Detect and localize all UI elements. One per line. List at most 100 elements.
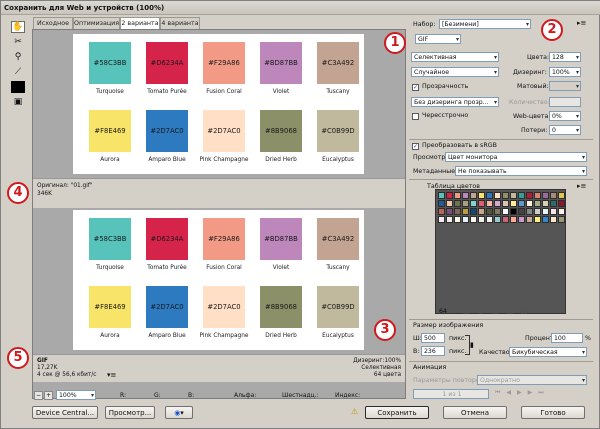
color-table-cell[interactable] <box>462 208 469 215</box>
color-table-cell[interactable] <box>502 216 509 223</box>
interlaced-checkbox[interactable] <box>412 113 419 120</box>
color-table-actions[interactable]: ◰◎▣◩▤ <box>463 307 536 315</box>
color-reduction-select[interactable]: Селективная <box>411 52 499 62</box>
color-table-cell[interactable] <box>470 216 477 223</box>
color-table-cell[interactable] <box>438 192 445 199</box>
device-central-button[interactable]: Device Central... <box>32 406 98 419</box>
color-table-cell[interactable] <box>518 208 525 215</box>
color-table-cell[interactable] <box>438 216 445 223</box>
color-table-cell[interactable] <box>510 200 517 207</box>
lock-color-icon[interactable]: ▣ <box>492 307 507 315</box>
matte-select[interactable] <box>549 81 581 91</box>
color-table-cell[interactable] <box>470 208 477 215</box>
save-button[interactable]: Сохранить <box>365 406 429 419</box>
hand-tool-icon[interactable]: ✋ <box>11 21 25 33</box>
color-table-cell[interactable] <box>542 216 549 223</box>
color-table-cell[interactable] <box>502 208 509 215</box>
dither-algorithm-select[interactable]: Случайное <box>411 67 499 77</box>
color-table-cell[interactable] <box>518 216 525 223</box>
color-table-cell[interactable] <box>526 192 533 199</box>
web-shift-icon[interactable]: ◎ <box>478 307 492 315</box>
color-table-cell[interactable] <box>462 192 469 199</box>
color-table-cell[interactable] <box>462 216 469 223</box>
color-table-cell[interactable] <box>510 208 517 215</box>
zoom-out-button[interactable]: − <box>34 391 43 400</box>
width-input[interactable]: 500 <box>421 333 445 343</box>
color-table-cell[interactable] <box>454 216 461 223</box>
metadata-select[interactable]: Не показывать <box>455 166 587 176</box>
color-table-cell[interactable] <box>518 192 525 199</box>
dither-input[interactable]: 100% <box>549 67 581 77</box>
browser-select-button[interactable]: ◉▾ <box>165 406 193 419</box>
map-transparency-icon[interactable]: ◰ <box>463 307 478 315</box>
panel-menu-icon[interactable]: ▸≡ <box>577 19 586 27</box>
color-table-cell[interactable] <box>550 216 557 223</box>
eyedropper-color-swatch[interactable] <box>11 81 25 93</box>
color-table-cell[interactable] <box>558 192 565 199</box>
toggle-slices-icon[interactable]: ▣ <box>11 96 25 108</box>
color-table-cell[interactable] <box>486 200 493 207</box>
delete-color-icon[interactable]: ▤ <box>521 307 536 315</box>
link-icon[interactable]: ▮ <box>470 341 474 349</box>
colors-input[interactable]: 128 <box>549 52 581 62</box>
color-table-cell[interactable] <box>454 192 461 199</box>
color-table-menu-icon[interactable]: ▸≡ <box>577 182 586 190</box>
color-table-cell[interactable] <box>534 216 541 223</box>
color-table-cell[interactable] <box>518 200 525 207</box>
color-table-cell[interactable] <box>494 200 501 207</box>
color-table-cell[interactable] <box>494 216 501 223</box>
color-table-cell[interactable] <box>478 216 485 223</box>
color-table-cell[interactable] <box>542 200 549 207</box>
color-table-cell[interactable] <box>510 192 517 199</box>
color-table-cell[interactable] <box>526 216 533 223</box>
color-table-cell[interactable] <box>542 192 549 199</box>
browser-preview-button[interactable]: Просмотр... <box>105 406 155 419</box>
original-preview-pane[interactable]: #58C3BB Turquoise #D6234A Tomato Purée #F29A… <box>37 34 401 178</box>
color-table-cell[interactable] <box>510 216 517 223</box>
cancel-button[interactable]: Отмена <box>443 406 507 419</box>
color-table-cell[interactable] <box>494 192 501 199</box>
preview-canvas[interactable]: #58C3BB Turquoise #D6234A Tomato Purée #F29A… <box>32 29 406 399</box>
color-table-cell[interactable] <box>486 216 493 223</box>
zoom-in-button[interactable]: + <box>44 391 53 400</box>
color-table-cell[interactable] <box>542 208 549 215</box>
color-table-cell[interactable] <box>534 208 541 215</box>
quality-select[interactable]: Бикубическая <box>509 347 587 357</box>
zoom-level-select[interactable]: 100% <box>56 390 96 400</box>
color-table-cell[interactable] <box>486 192 493 199</box>
color-table-cell[interactable] <box>446 216 453 223</box>
color-table-cell[interactable] <box>558 216 565 223</box>
preset-select[interactable]: [Безимени] <box>439 19 531 29</box>
color-table-cell[interactable] <box>526 208 533 215</box>
zoom-tool-icon[interactable]: ⚲ <box>11 51 25 63</box>
optimized-preview-pane[interactable]: #58C3BB Turquoise #D6234A Tomato Purée #F29A… <box>37 210 401 354</box>
height-input[interactable]: 236 <box>421 346 445 356</box>
color-table-cell[interactable] <box>526 200 533 207</box>
color-table-cell[interactable] <box>470 200 477 207</box>
color-table-cell[interactable] <box>446 200 453 207</box>
percent-input[interactable]: 100 <box>551 333 583 343</box>
color-table-cell[interactable] <box>446 192 453 199</box>
color-table-cell[interactable] <box>454 208 461 215</box>
color-table-cell[interactable] <box>478 200 485 207</box>
color-table-cell[interactable] <box>534 192 541 199</box>
slice-select-tool-icon[interactable]: ✂ <box>11 36 25 48</box>
color-table-cell[interactable] <box>438 200 445 207</box>
transparency-dither-select[interactable]: Без дизеринга прозр... <box>411 97 499 107</box>
color-table-cell[interactable] <box>486 208 493 215</box>
format-select[interactable]: GIF <box>415 34 461 44</box>
color-table-cell[interactable] <box>454 200 461 207</box>
convert-srgb-checkbox[interactable]: ✓ <box>412 143 419 150</box>
color-table-cell[interactable] <box>502 192 509 199</box>
websnap-input[interactable]: 0% <box>549 111 581 121</box>
color-table-cell[interactable] <box>534 200 541 207</box>
color-table-cell[interactable] <box>478 208 485 215</box>
color-table-cell[interactable] <box>446 208 453 215</box>
transparency-checkbox[interactable]: ✓ <box>412 84 419 91</box>
eyedropper-tool-icon[interactable]: ⟋ <box>11 66 25 78</box>
lossy-input[interactable]: 0 <box>549 125 581 135</box>
color-table-cell[interactable] <box>558 208 565 215</box>
color-table-cell[interactable] <box>478 192 485 199</box>
color-table-cell[interactable] <box>470 192 477 199</box>
color-table-cell[interactable] <box>558 200 565 207</box>
